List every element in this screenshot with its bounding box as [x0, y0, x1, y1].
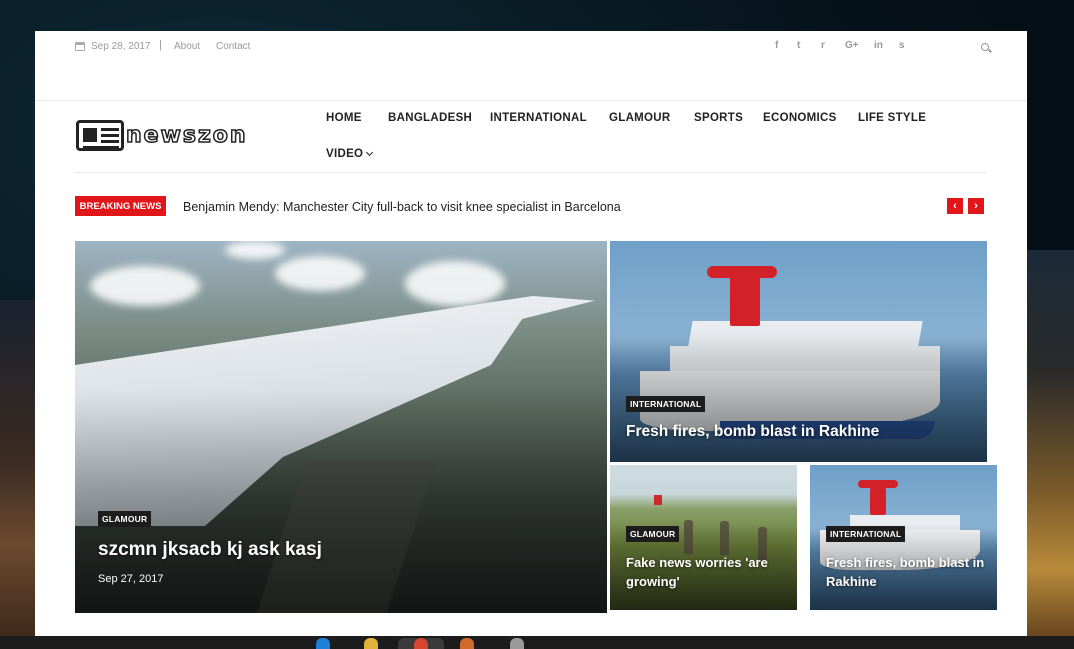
nav-divider: [75, 172, 987, 173]
article-title[interactable]: szcmn jksacb kj ask kasj: [98, 539, 322, 561]
rss-icon[interactable]: r: [821, 40, 825, 51]
folder-icon[interactable]: [364, 638, 378, 649]
flag-image: [654, 495, 662, 505]
article-title[interactable]: Fresh fires, bomb blast in Rakhine: [626, 423, 879, 441]
breaking-news-label: BREAKING NEWS: [75, 196, 166, 216]
desktop-wallpaper-left: [0, 300, 35, 649]
google-plus-icon[interactable]: G+: [845, 40, 859, 51]
desktop-wallpaper-right: [1027, 250, 1074, 649]
linkedin-icon[interactable]: in: [874, 40, 883, 51]
nav-video-label: VIDEO: [326, 148, 364, 160]
featured-card-main[interactable]: GLAMOUR szcmn jksacb kj ask kasj Sep 27,…: [75, 241, 607, 613]
ticker-next-button[interactable]: ›: [968, 198, 984, 214]
nav-home[interactable]: HOME: [326, 112, 362, 124]
contact-link[interactable]: Contact: [216, 41, 250, 52]
current-date: Sep 28, 2017: [75, 41, 151, 52]
ship-funnel: [730, 271, 760, 326]
chrome-icon[interactable]: [398, 638, 444, 649]
category-badge[interactable]: INTERNATIONAL: [626, 396, 706, 412]
featured-card-top-right[interactable]: INTERNATIONAL Fresh fires, bomb blast in…: [610, 241, 987, 462]
top-bar: Sep 28, 2017 | About Contact f t r G+ in…: [35, 31, 1027, 101]
cloud: [225, 241, 285, 259]
date-text: Sep 28, 2017: [91, 41, 151, 52]
featured-card-bottom-left[interactable]: GLAMOUR Fake news worries 'are growing': [610, 465, 797, 610]
ship-funnel-top: [707, 266, 777, 278]
article-title[interactable]: Fresh fires, bomb blast in Rakhine: [826, 553, 986, 591]
site-logo[interactable]: newszon: [76, 119, 248, 151]
featured-card-bottom-right[interactable]: INTERNATIONAL Fresh fires, bomb blast in…: [810, 465, 997, 610]
about-link[interactable]: About: [174, 41, 200, 52]
cloud: [90, 266, 200, 306]
skype-icon[interactable]: s: [899, 40, 905, 51]
cloud: [275, 256, 365, 291]
twitter-icon[interactable]: t: [797, 40, 800, 51]
divider: |: [159, 39, 162, 51]
article-date: Sep 27, 2017: [98, 573, 164, 585]
article-title[interactable]: Fake news worries 'are growing': [626, 553, 786, 591]
nav-glamour[interactable]: GLAMOUR: [609, 112, 671, 124]
search-icon[interactable]: [981, 43, 989, 51]
calendar-icon: [75, 42, 85, 51]
category-badge[interactable]: GLAMOUR: [626, 526, 680, 542]
nav-video-dropdown[interactable]: VIDEO: [326, 148, 374, 160]
os-taskbar: [0, 636, 1074, 649]
category-badge[interactable]: INTERNATIONAL: [826, 526, 906, 542]
ship-funnel-top: [858, 480, 898, 488]
facebook-icon[interactable]: f: [775, 40, 778, 51]
nav-sports[interactable]: SPORTS: [694, 112, 743, 124]
app-icon[interactable]: [510, 638, 524, 649]
breaking-news-headline[interactable]: Benjamin Mendy: Manchester City full-bac…: [183, 200, 621, 214]
nav-economics[interactable]: ECONOMICS: [763, 112, 837, 124]
edge-icon[interactable]: [316, 638, 330, 649]
nav-life-style[interactable]: LIFE STYLE: [858, 112, 926, 124]
chevron-down-icon: [366, 148, 374, 157]
cloud: [405, 261, 505, 306]
app-icon[interactable]: [460, 638, 474, 649]
ticker-prev-button[interactable]: ‹: [947, 198, 963, 214]
newspaper-icon: [76, 119, 124, 151]
browser-page: Sep 28, 2017 | About Contact f t r G+ in…: [35, 31, 1027, 636]
nav-international[interactable]: INTERNATIONAL: [490, 112, 587, 124]
logo-text: newszon: [125, 122, 248, 149]
category-badge[interactable]: GLAMOUR: [98, 511, 152, 527]
nav-bangladesh[interactable]: BANGLADESH: [388, 112, 472, 124]
